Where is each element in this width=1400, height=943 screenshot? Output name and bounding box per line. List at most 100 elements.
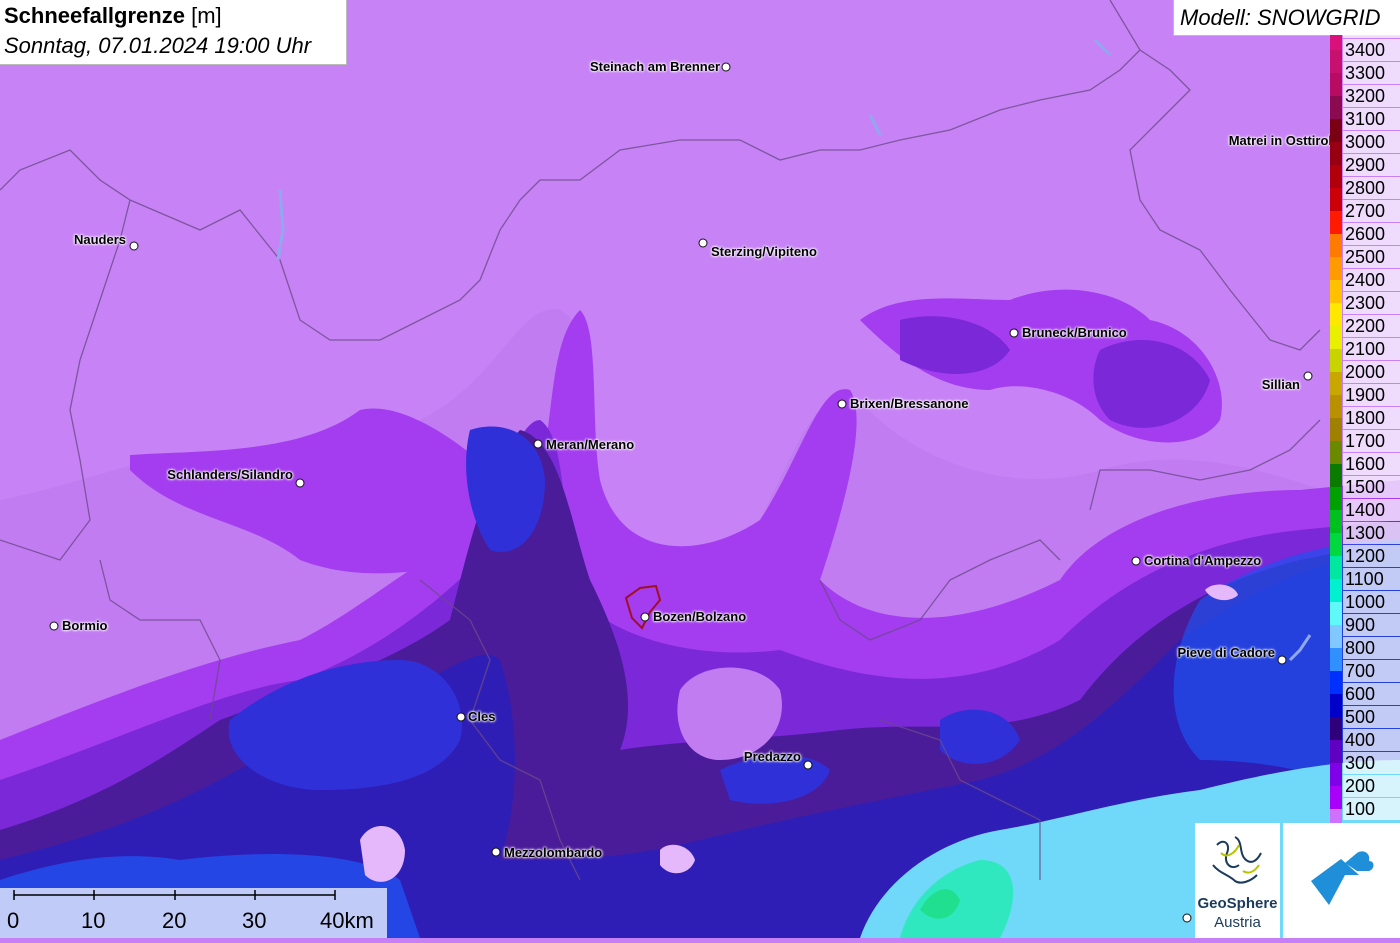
legend-swatch: [1330, 487, 1342, 510]
legend-swatch: [1330, 50, 1342, 73]
legend-swatch: [1330, 786, 1342, 809]
geosphere-logo[interactable]: GeoSphere Austria: [1195, 823, 1280, 938]
legend-label: 700: [1343, 660, 1400, 682]
legend-label: 3500: [1343, 35, 1400, 38]
legend-swatch: [1330, 556, 1342, 579]
logo-line2: Austria: [1214, 914, 1261, 931]
map-title-panel: Schneefallgrenze [m] Sonntag, 07.01.2024…: [0, 0, 347, 65]
city-label: Predazzo: [743, 749, 801, 764]
city-label: Matrei in Osttirol: [1228, 133, 1332, 148]
legend-label: 200: [1343, 775, 1400, 797]
city-dot-icon: [456, 712, 466, 722]
city-dot-icon: [1277, 655, 1287, 665]
legend-label: 1500: [1343, 476, 1400, 498]
legend-swatch: [1330, 533, 1342, 556]
city-label: Steinach am Brenner: [589, 59, 720, 74]
legend-label: 3300: [1343, 62, 1400, 84]
city-dot-icon: [491, 847, 501, 857]
scale-label: 10: [81, 908, 106, 933]
legend-swatch: [1330, 257, 1342, 280]
legend-swatch: [1330, 303, 1342, 326]
legend-label: 2500: [1343, 246, 1400, 268]
legend-label: 600: [1343, 683, 1400, 705]
legend-label: 2300: [1343, 292, 1400, 314]
legend-label: 1200: [1343, 545, 1400, 567]
city-label: Mezzolombardo: [504, 845, 603, 860]
legend-label: 2100: [1343, 338, 1400, 360]
legend-label: 900: [1343, 614, 1400, 636]
city-label: Pieve di Cadore: [1177, 645, 1275, 660]
city-label: Meran/Merano: [546, 437, 635, 452]
legend-swatch: [1330, 349, 1342, 372]
map-datetime: Sonntag, 07.01.2024 19:00 Uhr: [4, 33, 312, 58]
model-label: Modell: SNOWGRID: [1180, 5, 1381, 30]
city-label: Bormio: [62, 618, 108, 633]
legend-label: 800: [1343, 637, 1400, 659]
legend-label: 1700: [1343, 430, 1400, 452]
scale-bar: 0 10 20 30 40km: [0, 888, 387, 938]
legend-swatch: [1330, 234, 1342, 257]
city-dot-icon: [1303, 371, 1313, 381]
city-label: Bruneck/Brunico: [1022, 325, 1127, 340]
legend-swatch: [1330, 763, 1342, 786]
scale-label: 30: [242, 908, 267, 933]
legend-swatch: [1330, 73, 1342, 96]
model-label-panel: Modell: SNOWGRID: [1173, 0, 1400, 36]
city-label: Cortina d'Ampezzo: [1144, 553, 1262, 568]
legend-swatch: [1330, 211, 1342, 234]
city-label: Bozen/Bolzano: [653, 609, 747, 624]
legend-label: 3100: [1343, 108, 1400, 130]
legend-swatch: [1330, 165, 1342, 188]
legend-label: 1600: [1343, 453, 1400, 475]
legend-label: 400: [1343, 729, 1400, 751]
city-dot-icon: [640, 612, 650, 622]
legend-label: 2400: [1343, 269, 1400, 291]
legend-label: 1400: [1343, 499, 1400, 521]
legend-swatch: [1330, 717, 1342, 740]
city-label: Cles: [468, 709, 496, 724]
legend-label: 2000: [1343, 361, 1400, 383]
city-label: Brixen/Bressanone: [850, 396, 969, 411]
legend-swatch: [1330, 372, 1342, 395]
legend-label: 2200: [1343, 315, 1400, 337]
legend-swatch: [1330, 579, 1342, 602]
legend-swatch: [1330, 671, 1342, 694]
legend-label: 2800: [1343, 177, 1400, 199]
legend-label: 2700: [1343, 200, 1400, 222]
legend-label: 1000: [1343, 591, 1400, 613]
city-dot-icon: [1131, 556, 1141, 566]
legend-swatch: [1330, 35, 1342, 50]
geosphere-emblem-icon: [1212, 836, 1262, 884]
legend-label: 300: [1343, 752, 1400, 774]
legend-swatch: [1330, 510, 1342, 533]
legend-swatch: [1330, 694, 1342, 717]
legend-swatch: [1330, 464, 1342, 487]
city-label: Sillian: [1261, 377, 1300, 392]
legend-swatch: [1330, 96, 1342, 119]
app-logo[interactable]: [1283, 823, 1400, 938]
legend-label: 1100: [1343, 568, 1400, 590]
legend-label: 1300: [1343, 522, 1400, 544]
city-label: Sterzing/Vipiteno: [711, 244, 817, 259]
legend-label: 2600: [1343, 223, 1400, 245]
legend-label: 3200: [1343, 85, 1400, 107]
legend-label: 1800: [1343, 407, 1400, 429]
legend-label: 100: [1343, 798, 1400, 820]
city-dot-icon: [837, 399, 847, 409]
city-dot-icon: [1009, 328, 1019, 338]
city-dot-icon: [698, 238, 708, 248]
legend-swatch: [1330, 395, 1342, 418]
city-dot-icon: [49, 621, 59, 631]
color-legend: 3500340033003200310030002900280027002600…: [1330, 35, 1400, 827]
legend-swatch: [1330, 625, 1342, 648]
map-title: Schneefallgrenze [m]: [4, 3, 222, 28]
legend-label: 1900: [1343, 384, 1400, 406]
legend-swatch: [1330, 740, 1342, 763]
legend-swatch: [1330, 602, 1342, 625]
legend-label: 3000: [1343, 131, 1400, 153]
city-dot-icon: [295, 478, 305, 488]
city-dot-icon: [803, 760, 813, 770]
legend-swatch: [1330, 142, 1342, 165]
legend-label: 500: [1343, 706, 1400, 728]
city-label: Nauders: [73, 232, 126, 247]
